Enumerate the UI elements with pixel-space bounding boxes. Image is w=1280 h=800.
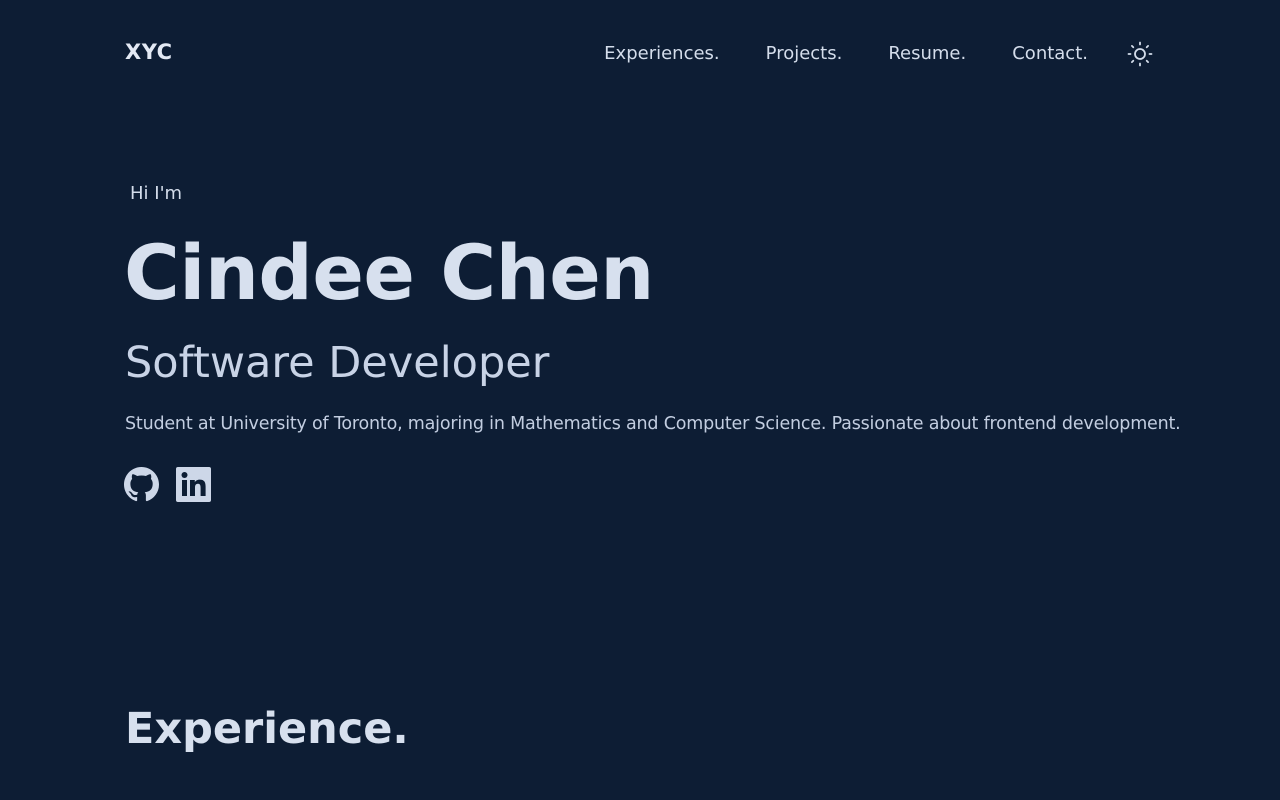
nav-link-contact[interactable]: Contact.: [1012, 40, 1088, 68]
site-logo[interactable]: XYC: [125, 40, 173, 64]
nav-link-projects[interactable]: Projects.: [766, 40, 843, 68]
hero-bio: Student at University of Toronto, majori…: [125, 414, 1181, 434]
nav-link-resume[interactable]: Resume.: [888, 40, 966, 68]
github-link[interactable]: [124, 467, 159, 502]
linkedin-icon: [176, 467, 211, 502]
main-nav: Experiences. Projects. Resume. Contact.: [604, 40, 1154, 68]
theme-toggle-button[interactable]: [1126, 40, 1154, 68]
experience-heading: Experience.: [125, 704, 409, 754]
hero-greeting: Hi I'm: [130, 183, 183, 204]
social-links: [124, 467, 228, 502]
github-icon: [124, 467, 159, 502]
linkedin-link[interactable]: [176, 467, 211, 502]
portfolio-page: XYC Experiences. Projects. Resume. Conta…: [0, 0, 1280, 800]
sun-icon: [1127, 41, 1153, 67]
hero-role: Software Developer: [125, 338, 550, 388]
hero-name: Cindee Chen: [124, 228, 654, 317]
nav-link-experiences[interactable]: Experiences.: [604, 40, 719, 68]
